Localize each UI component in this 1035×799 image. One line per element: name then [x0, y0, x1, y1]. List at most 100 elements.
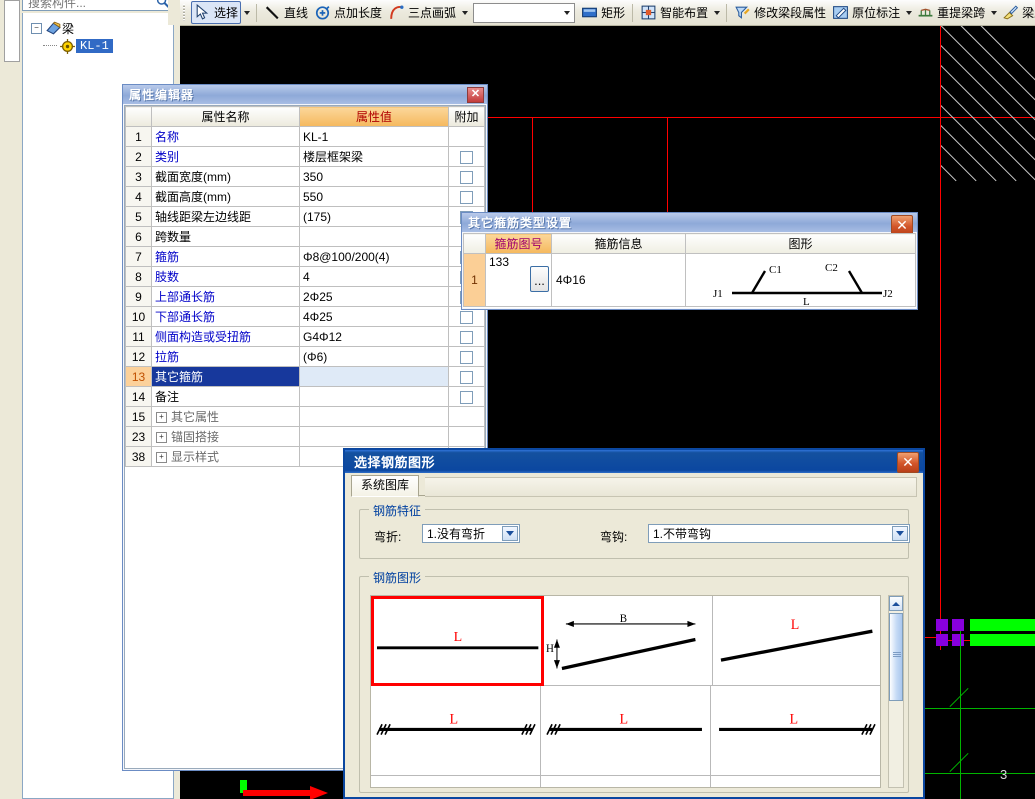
- toolbar-button-rectangle[interactable]: 矩形: [578, 2, 628, 23]
- shape-cell-s1[interactable]: L: [371, 596, 545, 686]
- stirrup-info-cell[interactable]: 4Φ16: [551, 253, 686, 307]
- tab-system-library[interactable]: 系统图库: [351, 475, 420, 497]
- toolbar-button-point-add-length[interactable]: 点加长度: [311, 2, 385, 23]
- additional-cell[interactable]: [448, 386, 485, 407]
- property-value-cell[interactable]: 4: [299, 266, 449, 287]
- shape-picker-button[interactable]: ...: [530, 266, 549, 292]
- expand-icon[interactable]: +: [156, 412, 167, 424]
- shape-number-cell[interactable]: 133 ...: [485, 253, 552, 307]
- shape-grid[interactable]: L B H L L L L: [370, 595, 881, 788]
- toolbar-button-select[interactable]: 选择: [191, 1, 242, 24]
- chevron-down-icon[interactable]: [892, 526, 908, 541]
- hook-select[interactable]: 1.不带弯钩: [648, 524, 910, 543]
- table-row[interactable]: 2 类别 楼层框架梁: [125, 146, 485, 167]
- toolbar-combo[interactable]: [473, 2, 576, 23]
- annotation-dropdown-arrow[interactable]: [903, 3, 914, 23]
- tree-node-beam[interactable]: − 梁: [23, 19, 173, 37]
- property-value-cell[interactable]: 4Φ25: [299, 306, 449, 327]
- shape-dialog-titlebar[interactable]: 选择钢筋图形 ✕: [345, 450, 923, 473]
- table-row[interactable]: 7 箍筋 Φ8@100/200(4): [125, 246, 485, 267]
- bend-select[interactable]: 1.没有弯折: [422, 524, 520, 543]
- shape-cell-s4[interactable]: L: [371, 686, 541, 776]
- scroll-up-icon[interactable]: [889, 596, 903, 611]
- shape-cell-s9[interactable]: [711, 776, 880, 787]
- table-row[interactable]: 4 截面高度(mm) 550: [125, 186, 485, 207]
- toolbar-button-in-place-annotation[interactable]: 原位标注: [829, 2, 903, 23]
- scrollbar-thumb[interactable]: [889, 613, 903, 701]
- close-icon[interactable]: ✕: [897, 452, 919, 473]
- checkbox[interactable]: [460, 150, 473, 164]
- property-value-cell[interactable]: 2Φ25: [299, 286, 449, 307]
- shape-cell-s3[interactable]: L: [712, 596, 880, 686]
- stirrup-dialog-titlebar[interactable]: 其它箍筋类型设置 ✕: [462, 213, 917, 236]
- table-row[interactable]: 6 跨数量: [125, 226, 485, 247]
- property-value-cell[interactable]: KL-1: [299, 126, 449, 147]
- property-value-cell[interactable]: [299, 226, 449, 247]
- toolbar-button-smart-layout[interactable]: 智能布置: [637, 2, 711, 23]
- collapse-icon[interactable]: −: [31, 22, 42, 34]
- expand-icon[interactable]: +: [156, 432, 167, 444]
- property-value-cell[interactable]: Φ8@100/200(4): [299, 246, 449, 267]
- additional-cell[interactable]: [448, 326, 485, 347]
- toolbar-button-span-data-copy[interactable]: 梁跨数据复: [999, 2, 1035, 23]
- table-row[interactable]: 1 133 ... 4Φ16 C1 C2 J1 J2 L: [463, 253, 916, 307]
- additional-cell[interactable]: [448, 426, 485, 447]
- table-row[interactable]: 10 下部通长筋 4Φ25: [125, 306, 485, 327]
- shape-cell-s8[interactable]: [541, 776, 711, 787]
- property-value-cell[interactable]: (Φ6): [299, 346, 449, 367]
- property-value-cell[interactable]: [299, 426, 449, 447]
- property-value-cell[interactable]: (175): [299, 206, 449, 227]
- table-row[interactable]: 11 侧面构造或受扭筋 G4Φ12: [125, 326, 485, 347]
- checkbox[interactable]: [460, 390, 473, 404]
- span-dropdown-arrow[interactable]: [988, 3, 999, 23]
- table-row[interactable]: 1 名称 KL-1: [125, 126, 485, 147]
- checkbox[interactable]: [460, 190, 473, 204]
- toolbar-button-edit-beam-segment[interactable]: 修改梁段属性: [731, 2, 829, 23]
- shape-grid-scrollbar[interactable]: [888, 595, 904, 788]
- table-row[interactable]: 9 上部通长筋 2Φ25: [125, 286, 485, 307]
- toolbar-button-re-pick-span[interactable]: 重提梁跨: [914, 2, 988, 23]
- toolbar-button-three-point-arc[interactable]: 三点画弧: [385, 2, 459, 23]
- property-value-cell[interactable]: 350: [299, 166, 449, 187]
- property-value-cell[interactable]: [299, 386, 449, 407]
- additional-cell[interactable]: [448, 186, 485, 207]
- property-value-cell[interactable]: G4Φ12: [299, 326, 449, 347]
- checkbox[interactable]: [460, 170, 473, 184]
- table-row[interactable]: 8 肢数 4: [125, 266, 485, 287]
- chevron-down-icon[interactable]: [502, 526, 518, 541]
- checkbox[interactable]: [460, 310, 473, 324]
- checkbox[interactable]: [460, 330, 473, 344]
- property-value-cell[interactable]: 楼层框架梁: [299, 146, 449, 167]
- tree-node-kl1[interactable]: KL-1: [23, 37, 173, 55]
- shape-cell-s6[interactable]: L: [711, 686, 880, 776]
- smart-layout-dropdown-arrow[interactable]: [711, 3, 722, 23]
- property-value-cell[interactable]: 550: [299, 186, 449, 207]
- toolbar-button-line[interactable]: 直线: [261, 2, 311, 23]
- additional-cell[interactable]: [448, 146, 485, 167]
- close-icon[interactable]: ✕: [467, 87, 484, 103]
- table-row[interactable]: 12 拉筋 (Φ6): [125, 346, 485, 367]
- shape-cell-s5[interactable]: L: [541, 686, 711, 776]
- property-editor-titlebar[interactable]: 属性编辑器 ✕: [123, 85, 487, 104]
- additional-cell[interactable]: [448, 126, 485, 147]
- property-value-cell[interactable]: [299, 406, 449, 427]
- toolbar-grip[interactable]: [183, 4, 187, 21]
- checkbox[interactable]: [460, 370, 473, 384]
- table-row[interactable]: 15 + 其它属性: [125, 406, 485, 427]
- table-row[interactable]: 14 备注: [125, 386, 485, 407]
- checkbox[interactable]: [460, 350, 473, 364]
- additional-cell[interactable]: [448, 366, 485, 387]
- additional-cell[interactable]: [448, 406, 485, 427]
- property-value-cell[interactable]: [299, 366, 449, 387]
- search-box[interactable]: [22, 0, 174, 11]
- table-row[interactable]: 23 + 锚固搭接: [125, 426, 485, 447]
- shape-cell-s7[interactable]: [371, 776, 541, 787]
- additional-cell[interactable]: [448, 166, 485, 187]
- search-input[interactable]: [26, 0, 150, 11]
- expand-icon[interactable]: +: [156, 452, 167, 464]
- arc-dropdown-arrow[interactable]: [459, 3, 470, 23]
- additional-cell[interactable]: [448, 346, 485, 367]
- table-row[interactable]: 5 轴线距梁左边线距 (175): [125, 206, 485, 227]
- table-row[interactable]: 3 截面宽度(mm) 350: [125, 166, 485, 187]
- shape-cell-s2[interactable]: B H: [544, 596, 713, 686]
